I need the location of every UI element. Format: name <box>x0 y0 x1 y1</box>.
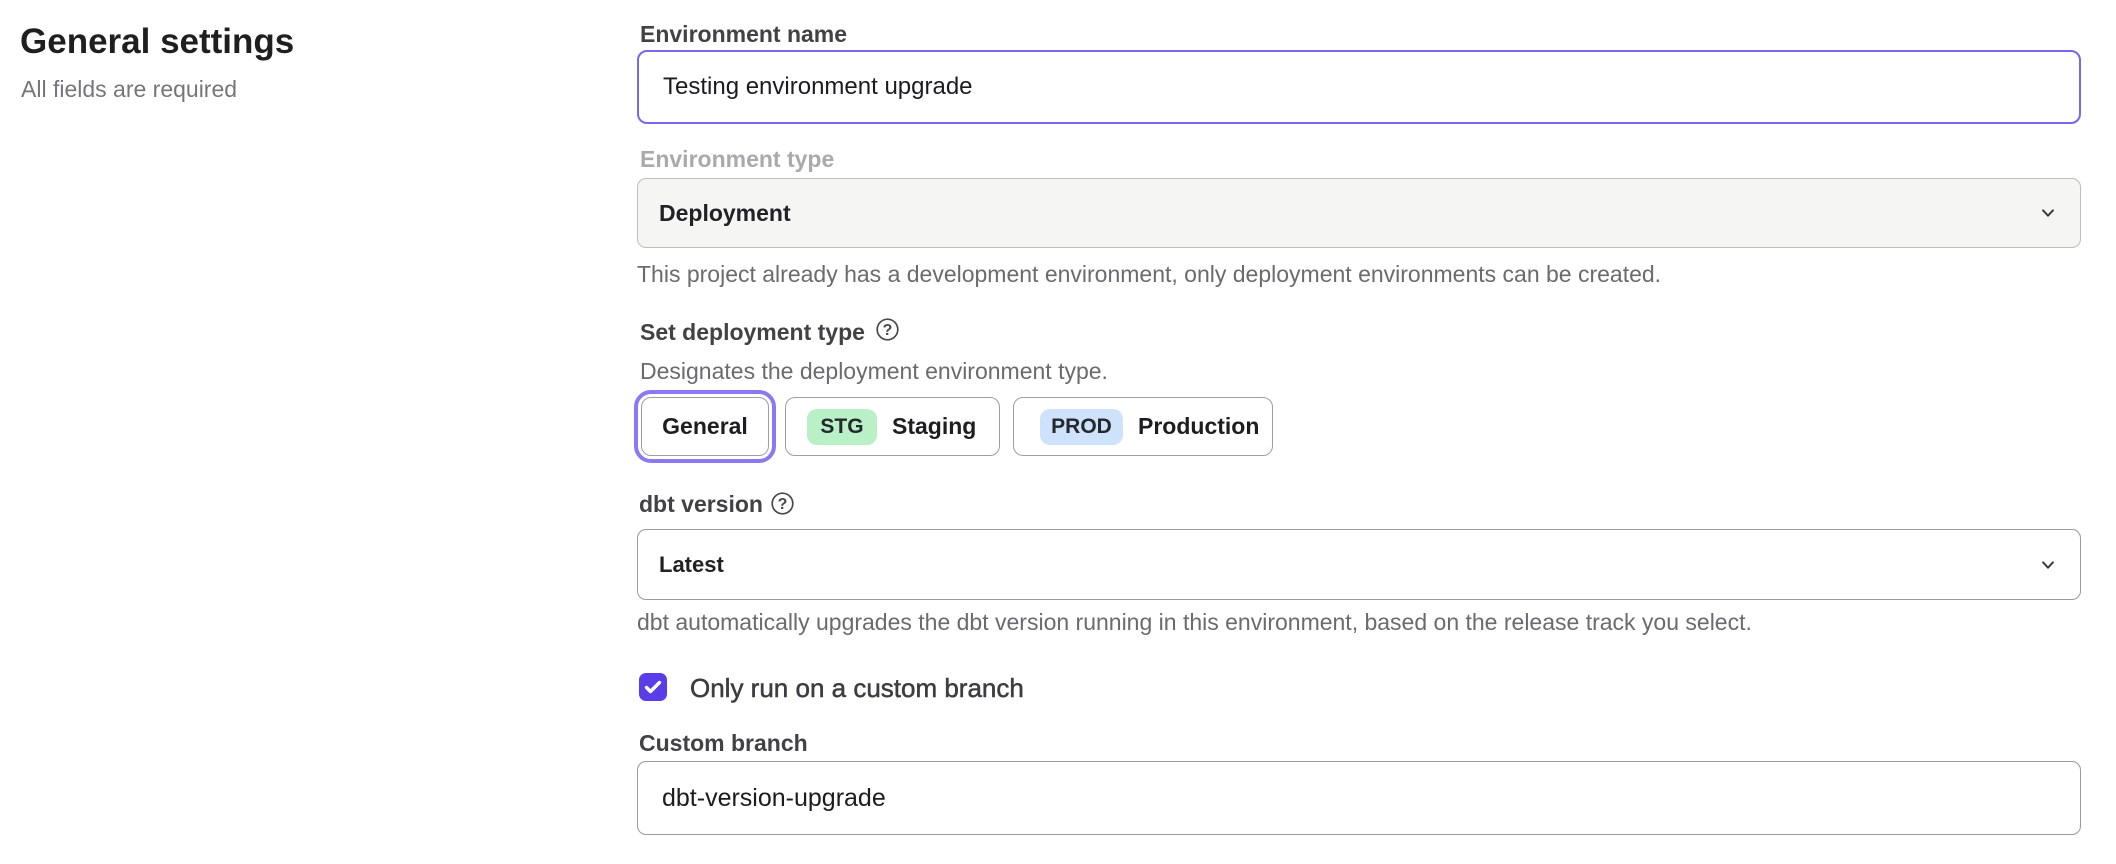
svg-text:?: ? <box>883 322 893 339</box>
svg-text:?: ? <box>778 496 788 513</box>
